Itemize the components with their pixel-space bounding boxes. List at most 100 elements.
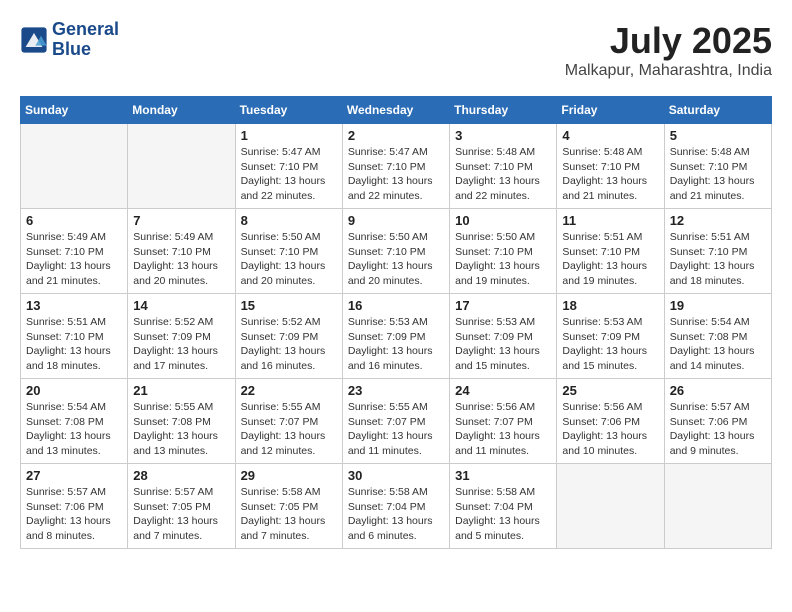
calendar-cell: 7 Sunrise: 5:49 AM Sunset: 7:10 PM Daylig… xyxy=(128,209,235,294)
day-info: Sunrise: 5:52 AM Sunset: 7:09 PM Dayligh… xyxy=(241,315,337,374)
day-info: Sunrise: 5:50 AM Sunset: 7:10 PM Dayligh… xyxy=(455,230,551,289)
day-number: 28 xyxy=(133,468,229,483)
week-row-5: 27 Sunrise: 5:57 AM Sunset: 7:06 PM Dayli… xyxy=(21,464,772,549)
day-number: 1 xyxy=(241,128,337,143)
day-info: Sunrise: 5:56 AM Sunset: 7:06 PM Dayligh… xyxy=(562,400,658,459)
day-number: 2 xyxy=(348,128,444,143)
day-info: Sunrise: 5:58 AM Sunset: 7:05 PM Dayligh… xyxy=(241,485,337,544)
day-number: 17 xyxy=(455,298,551,313)
day-info: Sunrise: 5:54 AM Sunset: 7:08 PM Dayligh… xyxy=(26,400,122,459)
logo-line2: Blue xyxy=(52,40,119,60)
day-info: Sunrise: 5:57 AM Sunset: 7:06 PM Dayligh… xyxy=(670,400,766,459)
day-info: Sunrise: 5:53 AM Sunset: 7:09 PM Dayligh… xyxy=(455,315,551,374)
day-number: 7 xyxy=(133,213,229,228)
day-number: 31 xyxy=(455,468,551,483)
day-info: Sunrise: 5:58 AM Sunset: 7:04 PM Dayligh… xyxy=(455,485,551,544)
day-number: 10 xyxy=(455,213,551,228)
calendar-cell: 22 Sunrise: 5:55 AM Sunset: 7:07 PM Dayli… xyxy=(235,379,342,464)
day-number: 29 xyxy=(241,468,337,483)
calendar-cell: 17 Sunrise: 5:53 AM Sunset: 7:09 PM Dayli… xyxy=(450,294,557,379)
calendar-cell xyxy=(664,464,771,549)
calendar-cell xyxy=(21,124,128,209)
day-info: Sunrise: 5:48 AM Sunset: 7:10 PM Dayligh… xyxy=(562,145,658,204)
day-info: Sunrise: 5:55 AM Sunset: 7:07 PM Dayligh… xyxy=(241,400,337,459)
day-number: 22 xyxy=(241,383,337,398)
day-number: 23 xyxy=(348,383,444,398)
calendar-cell: 3 Sunrise: 5:48 AM Sunset: 7:10 PM Daylig… xyxy=(450,124,557,209)
day-number: 13 xyxy=(26,298,122,313)
day-info: Sunrise: 5:48 AM Sunset: 7:10 PM Dayligh… xyxy=(455,145,551,204)
day-number: 24 xyxy=(455,383,551,398)
calendar-cell: 20 Sunrise: 5:54 AM Sunset: 7:08 PM Dayli… xyxy=(21,379,128,464)
calendar-cell: 23 Sunrise: 5:55 AM Sunset: 7:07 PM Dayli… xyxy=(342,379,449,464)
calendar-cell: 30 Sunrise: 5:58 AM Sunset: 7:04 PM Dayli… xyxy=(342,464,449,549)
day-info: Sunrise: 5:47 AM Sunset: 7:10 PM Dayligh… xyxy=(241,145,337,204)
day-info: Sunrise: 5:58 AM Sunset: 7:04 PM Dayligh… xyxy=(348,485,444,544)
calendar-cell: 24 Sunrise: 5:56 AM Sunset: 7:07 PM Dayli… xyxy=(450,379,557,464)
weekday-header-thursday: Thursday xyxy=(450,97,557,124)
title-area: July 2025 Malkapur, Maharashtra, India xyxy=(565,20,772,80)
calendar-cell: 11Sunrise: 5:51 AM Sunset: 7:10 PM Dayli… xyxy=(557,209,664,294)
calendar-cell: 13 Sunrise: 5:51 AM Sunset: 7:10 PM Dayli… xyxy=(21,294,128,379)
calendar-cell: 8Sunrise: 5:50 AM Sunset: 7:10 PM Daylig… xyxy=(235,209,342,294)
weekday-header-saturday: Saturday xyxy=(664,97,771,124)
calendar-cell: 14 Sunrise: 5:52 AM Sunset: 7:09 PM Dayli… xyxy=(128,294,235,379)
day-number: 27 xyxy=(26,468,122,483)
week-row-1: 1 Sunrise: 5:47 AM Sunset: 7:10 PM Daylig… xyxy=(21,124,772,209)
calendar-cell: 18Sunrise: 5:53 AM Sunset: 7:09 PM Dayli… xyxy=(557,294,664,379)
calendar-cell: 6 Sunrise: 5:49 AM Sunset: 7:10 PM Daylig… xyxy=(21,209,128,294)
day-info: Sunrise: 5:53 AM Sunset: 7:09 PM Dayligh… xyxy=(348,315,444,374)
weekday-header-tuesday: Tuesday xyxy=(235,97,342,124)
week-row-3: 13 Sunrise: 5:51 AM Sunset: 7:10 PM Dayli… xyxy=(21,294,772,379)
day-info: Sunrise: 5:48 AM Sunset: 7:10 PM Dayligh… xyxy=(670,145,766,204)
day-number: 30 xyxy=(348,468,444,483)
day-number: 8 xyxy=(241,213,337,228)
day-info: Sunrise: 5:54 AM Sunset: 7:08 PM Dayligh… xyxy=(670,315,766,374)
calendar-cell: 28Sunrise: 5:57 AM Sunset: 7:05 PM Dayli… xyxy=(128,464,235,549)
day-info: Sunrise: 5:52 AM Sunset: 7:09 PM Dayligh… xyxy=(133,315,229,374)
logo: General Blue xyxy=(20,20,119,60)
day-info: Sunrise: 5:49 AM Sunset: 7:10 PM Dayligh… xyxy=(133,230,229,289)
week-row-2: 6 Sunrise: 5:49 AM Sunset: 7:10 PM Daylig… xyxy=(21,209,772,294)
calendar-cell: 5 Sunrise: 5:48 AM Sunset: 7:10 PM Daylig… xyxy=(664,124,771,209)
location: Malkapur, Maharashtra, India xyxy=(565,62,772,80)
calendar-cell xyxy=(557,464,664,549)
day-number: 20 xyxy=(26,383,122,398)
day-info: Sunrise: 5:50 AM Sunset: 7:10 PM Dayligh… xyxy=(348,230,444,289)
day-info: Sunrise: 5:57 AM Sunset: 7:06 PM Dayligh… xyxy=(26,485,122,544)
calendar-cell: 10 Sunrise: 5:50 AM Sunset: 7:10 PM Dayli… xyxy=(450,209,557,294)
logo-line1: General xyxy=(52,20,119,40)
day-number: 5 xyxy=(670,128,766,143)
calendar-cell: 26Sunrise: 5:57 AM Sunset: 7:06 PM Dayli… xyxy=(664,379,771,464)
day-info: Sunrise: 5:55 AM Sunset: 7:08 PM Dayligh… xyxy=(133,400,229,459)
calendar-cell: 25 Sunrise: 5:56 AM Sunset: 7:06 PM Dayli… xyxy=(557,379,664,464)
header: General Blue July 2025 Malkapur, Maharas… xyxy=(20,20,772,80)
calendar-cell: 1 Sunrise: 5:47 AM Sunset: 7:10 PM Daylig… xyxy=(235,124,342,209)
calendar-cell: 21 Sunrise: 5:55 AM Sunset: 7:08 PM Dayli… xyxy=(128,379,235,464)
calendar-cell: 29 Sunrise: 5:58 AM Sunset: 7:05 PM Dayli… xyxy=(235,464,342,549)
weekday-header-sunday: Sunday xyxy=(21,97,128,124)
calendar-cell: 12Sunrise: 5:51 AM Sunset: 7:10 PM Dayli… xyxy=(664,209,771,294)
day-info: Sunrise: 5:55 AM Sunset: 7:07 PM Dayligh… xyxy=(348,400,444,459)
day-info: Sunrise: 5:56 AM Sunset: 7:07 PM Dayligh… xyxy=(455,400,551,459)
logo-icon xyxy=(20,26,48,54)
day-number: 21 xyxy=(133,383,229,398)
day-number: 11 xyxy=(562,213,658,228)
day-number: 16 xyxy=(348,298,444,313)
day-number: 9 xyxy=(348,213,444,228)
weekday-header-monday: Monday xyxy=(128,97,235,124)
weekday-header-row: SundayMondayTuesdayWednesdayThursdayFrid… xyxy=(21,97,772,124)
month-year: July 2025 xyxy=(565,20,772,62)
day-number: 18 xyxy=(562,298,658,313)
day-number: 6 xyxy=(26,213,122,228)
calendar-cell: 31 Sunrise: 5:58 AM Sunset: 7:04 PM Dayli… xyxy=(450,464,557,549)
day-number: 3 xyxy=(455,128,551,143)
day-number: 25 xyxy=(562,383,658,398)
day-info: Sunrise: 5:47 AM Sunset: 7:10 PM Dayligh… xyxy=(348,145,444,204)
calendar: SundayMondayTuesdayWednesdayThursdayFrid… xyxy=(20,96,772,549)
day-number: 14 xyxy=(133,298,229,313)
day-info: Sunrise: 5:49 AM Sunset: 7:10 PM Dayligh… xyxy=(26,230,122,289)
day-info: Sunrise: 5:51 AM Sunset: 7:10 PM Dayligh… xyxy=(26,315,122,374)
calendar-cell: 19Sunrise: 5:54 AM Sunset: 7:08 PM Dayli… xyxy=(664,294,771,379)
calendar-cell: 16 Sunrise: 5:53 AM Sunset: 7:09 PM Dayli… xyxy=(342,294,449,379)
